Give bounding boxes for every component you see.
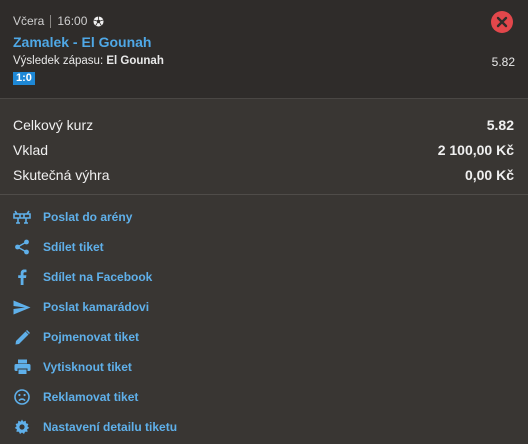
market-row: Výsledek zápasu: El Gounah 5.82: [13, 55, 515, 69]
stake-label: Vklad: [13, 142, 49, 158]
market-pick: El Gounah: [106, 55, 164, 67]
send-to-arena-action[interactable]: Poslat do arény: [12, 205, 312, 229]
win-row: Skutečná výhra 0,00 Kč: [13, 167, 514, 183]
close-icon: [496, 16, 508, 28]
ticket-summary: Celkový kurz 5.82 Vklad 2 100,00 Kč Skut…: [0, 99, 528, 195]
pick-odd: 5.82: [491, 55, 515, 69]
total-odds-row: Celkový kurz 5.82: [13, 117, 514, 133]
meta-divider: [50, 14, 52, 28]
share-facebook-action[interactable]: Sdílet na Facebook: [12, 265, 312, 289]
rename-ticket-action[interactable]: Pojmenovat tiket: [12, 325, 312, 349]
share-ticket-label: Sdílet tiket: [43, 240, 104, 254]
send-to-friend-action[interactable]: Poslat kamarádovi: [12, 295, 312, 319]
match-day: Včera: [13, 14, 45, 28]
send-to-arena-label: Poslat do arény: [43, 210, 133, 224]
pencil-icon: [12, 327, 32, 347]
print-ticket-action[interactable]: Vytisknout tiket: [12, 355, 312, 379]
ticket-detail-settings-label: Nastavení detailu tiketu: [43, 420, 178, 434]
complain-ticket-action[interactable]: Reklamovat tiket: [12, 385, 312, 409]
remove-ticket-button[interactable]: [491, 11, 513, 33]
gear-icon: [12, 417, 32, 437]
ticket-detail-settings-action[interactable]: Nastavení detailu tiketu: [12, 415, 312, 439]
market-label: Výsledek zápasu:: [13, 55, 104, 67]
stake-row: Vklad 2 100,00 Kč: [13, 142, 514, 158]
match-time: 16:00: [57, 14, 88, 28]
match-title-link[interactable]: Zamalek - El Gounah: [13, 34, 151, 50]
match-meta: Včera 16:00: [13, 13, 104, 29]
share-facebook-label: Sdílet na Facebook: [43, 270, 153, 284]
share-ticket-action[interactable]: Sdílet tiket: [12, 235, 312, 259]
bet-card: Včera 16:00 Zamalek - El Gounah Výsledek…: [0, 0, 528, 99]
total-odds-value: 5.82: [486, 117, 514, 133]
facebook-icon: [12, 267, 32, 287]
sad-face-icon: [12, 387, 32, 407]
send-icon: [12, 297, 32, 317]
print-ticket-label: Vytisknout tiket: [43, 360, 132, 374]
win-label: Skutečná výhra: [13, 167, 110, 183]
share-icon: [12, 237, 32, 257]
rename-ticket-label: Pojmenovat tiket: [43, 330, 140, 344]
total-odds-label: Celkový kurz: [13, 117, 94, 133]
win-value: 0,00 Kč: [464, 167, 514, 183]
score-badge: 1:0: [13, 72, 35, 85]
soccer-ball-icon: [93, 15, 104, 27]
send-to-friend-label: Poslat kamarádovi: [43, 300, 150, 314]
stake-value: 2 100,00 Kč: [437, 142, 514, 158]
printer-icon: [12, 357, 32, 377]
complain-ticket-label: Reklamovat tiket: [43, 390, 139, 404]
arena-icon: [12, 207, 32, 227]
